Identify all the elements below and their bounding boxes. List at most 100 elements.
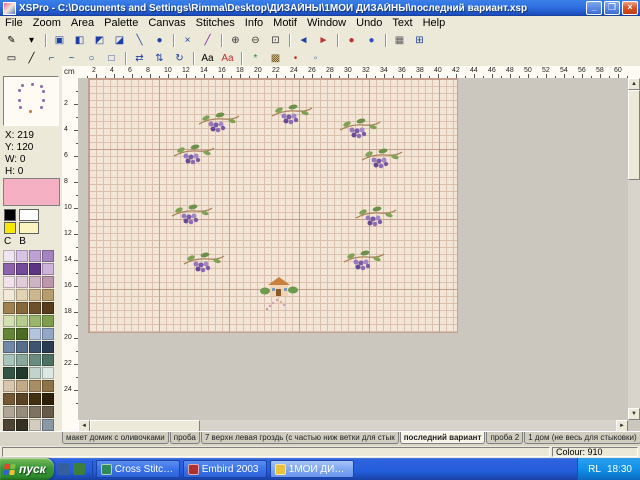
half-stitch-tool[interactable]: ◧ [70,32,89,49]
curve-tool[interactable]: ~ [62,50,81,67]
palette-swatch[interactable] [42,328,54,340]
palette-swatch[interactable] [29,406,41,418]
taskbar-button[interactable]: Cross Stitch Pro... [96,460,180,478]
palette-swatch[interactable] [42,341,54,353]
palette-swatch[interactable] [16,315,28,327]
text-tool[interactable]: Aa [198,50,217,67]
quarter-stitch-tool[interactable]: ◩ [90,32,109,49]
palette-swatch[interactable] [29,315,41,327]
palette-swatch[interactable] [42,250,54,262]
palette-view-tool[interactable]: ▩ [266,50,285,67]
scroll-up-arrow[interactable]: ▲ [628,78,640,90]
menu-item-file[interactable]: File [0,17,28,29]
palette-swatch[interactable] [3,276,15,288]
palette-swatch[interactable] [29,250,41,262]
knot-tool[interactable]: • [286,50,305,67]
taskbar-button[interactable]: Embird 2003 [183,460,267,478]
design-preview[interactable] [3,76,59,126]
palette-swatch[interactable] [16,289,28,301]
palette-swatch[interactable] [16,276,28,288]
cross-stitch-tool[interactable]: × [178,32,197,49]
palette-swatch[interactable] [16,406,28,418]
palette-swatch[interactable] [42,315,54,327]
palette-swatch[interactable] [3,289,15,301]
quick-swatch[interactable] [19,209,39,221]
close-button[interactable]: × [622,1,638,15]
thread-red-tool[interactable]: ● [342,32,361,49]
palette-swatch[interactable] [3,302,15,314]
palette-swatch[interactable] [3,315,15,327]
minimize-button[interactable]: _ [586,1,602,15]
full-stitch-tool[interactable]: ▣ [50,32,69,49]
zoom-out-tool[interactable]: ⊖ [246,32,265,49]
pan-left-tool[interactable]: ◄ [294,32,313,49]
palette-swatch[interactable] [16,380,28,392]
tool-dropdown[interactable]: ▾ [22,32,41,49]
palette-swatch[interactable] [42,263,54,275]
palette-swatch[interactable] [29,263,41,275]
menu-item-help[interactable]: Help [418,17,451,29]
palette-swatch[interactable] [29,419,41,431]
palette-swatch[interactable] [42,367,54,379]
petite-stitch-tool[interactable]: ╱ [198,32,217,49]
palette-swatch[interactable] [3,250,15,262]
menu-item-canvas[interactable]: Canvas [143,17,190,29]
scroll-down-arrow[interactable]: ▼ [628,408,640,420]
palette-swatch[interactable] [29,302,41,314]
palette-swatch[interactable] [29,289,41,301]
menu-item-window[interactable]: Window [302,17,351,29]
french-knot-tool[interactable]: ● [150,32,169,49]
palette-swatch[interactable] [42,302,54,314]
quick-swatch[interactable] [4,222,16,234]
vertical-scroll-track[interactable] [628,180,640,408]
vertical-scrollbar[interactable]: ▲ ▼ [628,78,640,420]
design-tab[interactable]: макет домик с оливочками [62,432,169,444]
vertical-scroll-thumb[interactable] [628,90,640,180]
palette-swatch[interactable] [3,263,15,275]
palette-swatch[interactable] [3,393,15,405]
palette-swatch[interactable] [16,341,28,353]
current-colour-swatch[interactable] [3,178,60,206]
palette-swatch[interactable] [3,419,15,431]
stitch-canvas[interactable] [88,78,458,333]
menu-item-stitches[interactable]: Stitches [191,17,240,29]
palette-swatch[interactable] [3,380,15,392]
design-tab[interactable]: 7 верхн левая гроздь (с частью ниж ветки… [201,432,399,444]
pan-right-tool[interactable]: ► [314,32,333,49]
rectangle-tool[interactable]: □ [102,50,121,67]
backstitch-tool[interactable]: ╲ [130,32,149,49]
palette-swatch[interactable] [3,367,15,379]
palette-swatch[interactable] [42,419,54,431]
start-button[interactable]: пуск [0,458,54,480]
bead-tool[interactable]: ◦ [306,50,325,67]
palette-swatch[interactable] [29,367,41,379]
palette-swatch[interactable] [29,393,41,405]
palette-swatch[interactable] [16,250,28,262]
menu-item-undo[interactable]: Undo [351,17,387,29]
maximize-button[interactable]: ❐ [604,1,620,15]
design-tab[interactable]: последний вариант [400,432,486,444]
palette-swatch[interactable] [16,419,28,431]
flip-horizontal-tool[interactable]: ⇄ [130,50,149,67]
palette-swatch[interactable] [42,289,54,301]
quick-launch-icon-1[interactable] [58,463,70,475]
palette-swatch[interactable] [16,367,28,379]
quick-launch-icon-2[interactable] [73,463,85,475]
palette-swatch[interactable] [42,354,54,366]
palette-swatch[interactable] [16,393,28,405]
zoom-in-tool[interactable]: ⊕ [226,32,245,49]
palette-swatch[interactable] [42,276,54,288]
menu-item-zoom[interactable]: Zoom [28,17,66,29]
line-tool[interactable]: ╱ [22,50,41,67]
thread-blue-tool[interactable]: ● [362,32,381,49]
menu-item-info[interactable]: Info [240,17,268,29]
zoom-window-tool[interactable]: ⊡ [266,32,285,49]
palette-swatch[interactable] [16,354,28,366]
rotate-tool[interactable]: ↻ [170,50,189,67]
palette-swatch[interactable] [29,276,41,288]
palette-swatch[interactable] [3,354,15,366]
pencil-tool[interactable]: ✎ [2,32,21,49]
palette-swatch[interactable] [29,328,41,340]
motif-tool[interactable]: * [246,50,265,67]
palette-swatch[interactable] [16,302,28,314]
